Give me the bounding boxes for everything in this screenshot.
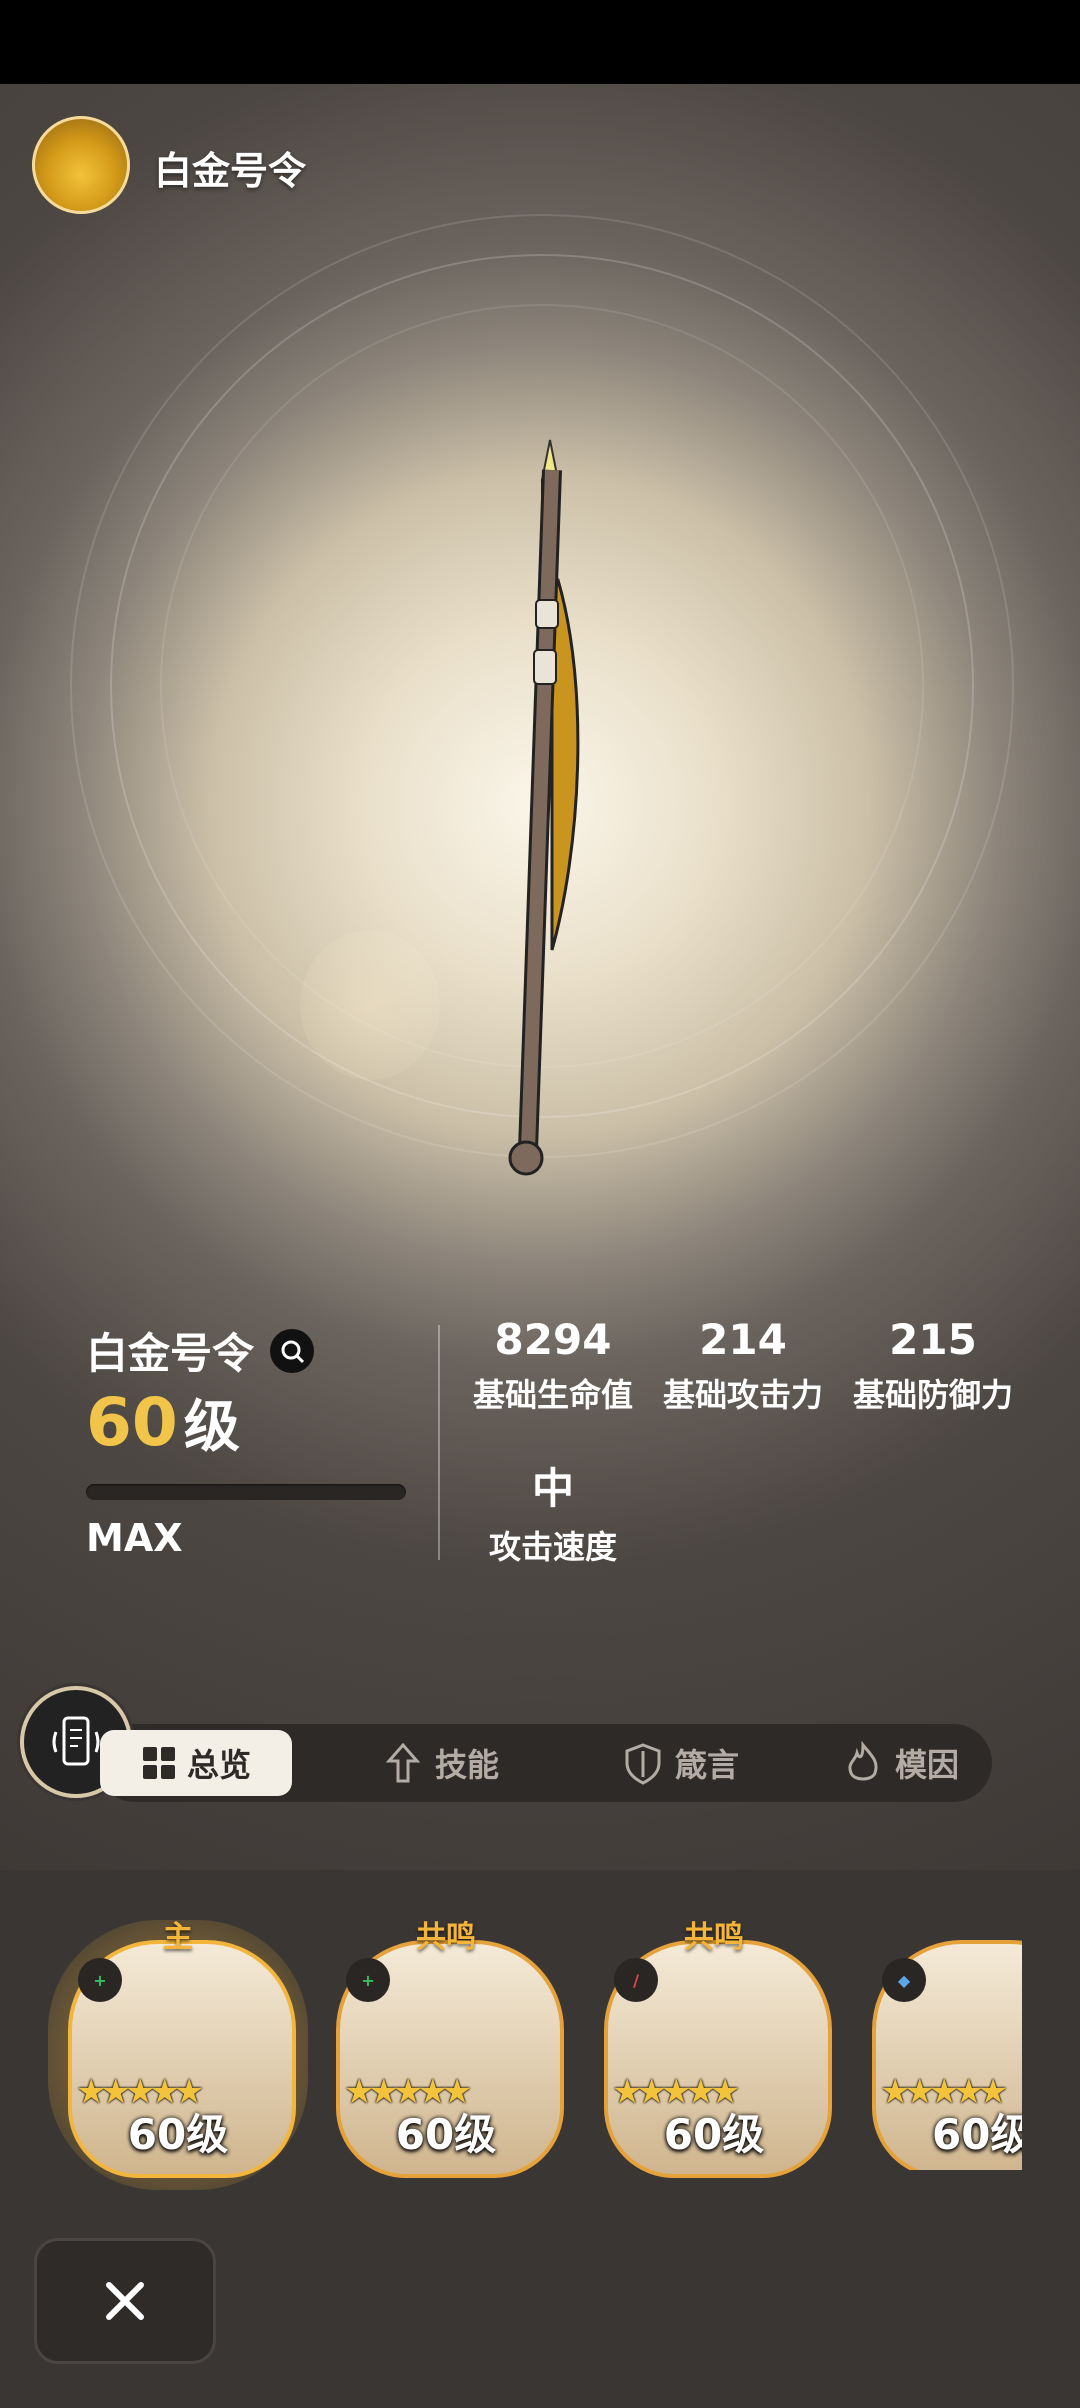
card-level: 60级 [932,2110,1022,2159]
card-tag: 共鸣 [416,1920,476,1955]
tab-proverbs-label: 箴言 [674,1746,739,1784]
equipment-card-main[interactable]: 主 + ★★★★★ 60级 [48,1920,308,2190]
card-tag: 主 [163,1920,193,1955]
arrow-up-icon [385,1742,421,1783]
tab-overview[interactable]: 总览 [100,1730,292,1796]
weapon-avatar-icon [32,116,130,214]
flame-icon [848,1741,878,1781]
stat-attack-speed: 中 攻击速度 [458,1455,648,1568]
equipment-card-resonance-1[interactable]: 共鸣 + ★★★★★ 60级 [336,1920,564,2178]
phone-icon [52,1716,100,1766]
stat-attack-speed-label: 攻击速度 [488,1528,617,1566]
max-label: MAX [86,1516,183,1560]
stat-hp-label: 基础生命值 [472,1376,633,1414]
stat-attack: 214 基础攻击力 [648,1315,838,1416]
card-tag: 共鸣 [684,1920,744,1955]
character-figure-image [300,930,440,1080]
tab-overview-label: 总览 [186,1746,251,1784]
tab-skills[interactable]: 技能 [340,1730,540,1796]
page-title: 白金号令 [154,149,307,193]
weapon-name: 白金号令 [86,1329,255,1378]
tab-memes[interactable]: 模因 [820,1730,980,1796]
tab-proverbs[interactable]: 箴言 [580,1730,780,1796]
card-level: 60级 [663,2110,765,2159]
weapon-spear-image [508,439,580,1176]
tab-skills-label: 技能 [434,1746,499,1784]
close-icon [106,2282,144,2320]
stat-hp-value: 8294 [494,1315,612,1364]
card-level: 60级 [395,2110,497,2159]
stat-defense-value: 215 [889,1315,977,1364]
close-button[interactable] [34,2238,216,2364]
status-bar [0,0,1080,84]
shield-icon [625,1743,661,1785]
search-icon[interactable] [270,1328,315,1373]
level-progress-bar [86,1484,406,1500]
weapon-level-unit: 级 [183,1395,240,1460]
divider [438,1325,440,1560]
sword-icon: / [614,1958,658,2002]
stat-defense: 215 基础防御力 [838,1315,1028,1416]
card-level: 60级 [127,2110,229,2159]
equipment-card-resonance-2[interactable]: 共鸣 / ★★★★★ 60级 [604,1920,832,2178]
weapon-level: 60 [86,1384,178,1461]
grid-icon [142,1747,175,1779]
equipment-card-4[interactable]: ◆ ★★★★★ 60级 [872,1940,1022,2170]
stat-defense-label: 基础防御力 [852,1376,1013,1414]
plus-icon: + [78,1958,122,2002]
stat-hp: 8294 基础生命值 [458,1315,648,1416]
stat-attack-speed-value: 中 [531,1464,574,1513]
stat-attack-value: 214 [699,1315,787,1364]
tab-memes-label: 模因 [894,1746,959,1784]
plus-icon: + [346,1958,390,2002]
stat-attack-label: 基础攻击力 [662,1376,823,1414]
shield-icon: ◆ [882,1958,926,2002]
